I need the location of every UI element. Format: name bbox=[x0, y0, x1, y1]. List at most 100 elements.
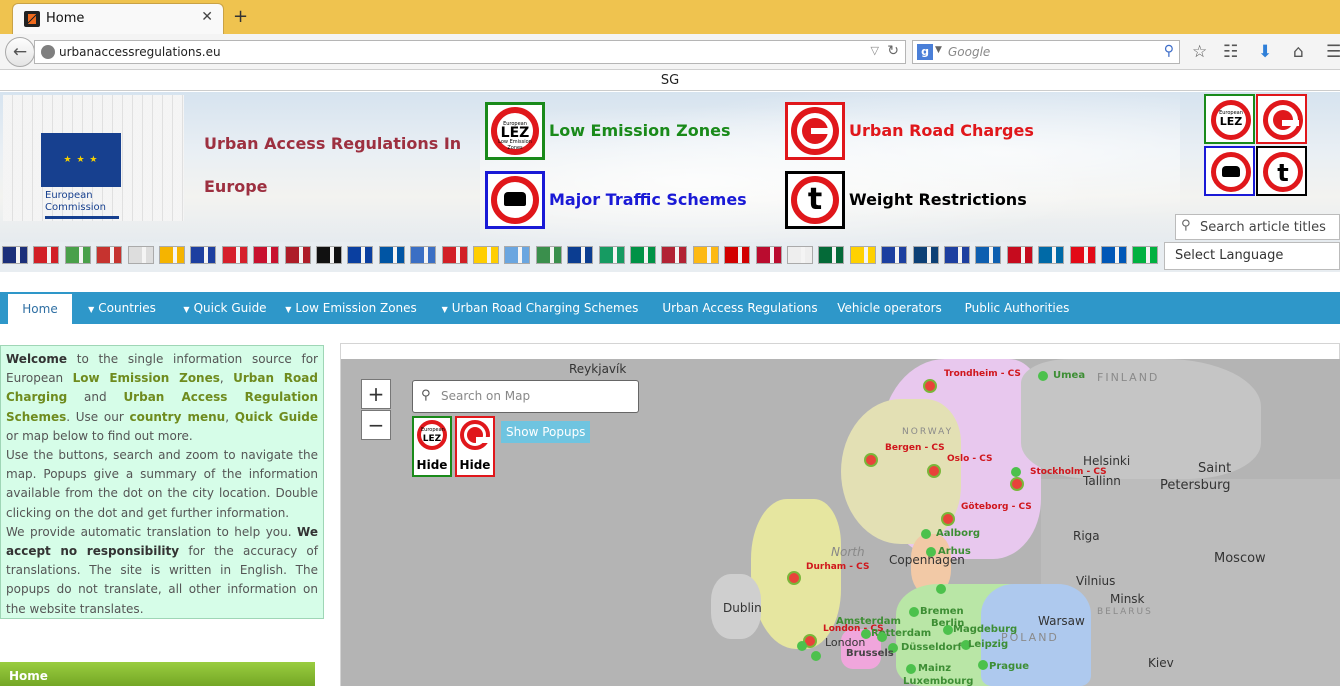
language-flag-icon[interactable] bbox=[818, 246, 845, 264]
language-flag-icon[interactable] bbox=[347, 246, 374, 264]
lez-dot[interactable] bbox=[1038, 371, 1048, 381]
nav-item-urban-access-regulations[interactable]: Urban Access Regulations bbox=[655, 292, 825, 324]
language-flag-icon[interactable] bbox=[1038, 246, 1065, 264]
search-engine-icon[interactable]: g bbox=[917, 44, 933, 60]
back-button[interactable]: ← bbox=[5, 37, 35, 67]
lez-text-link[interactable]: Low Emission Zones bbox=[73, 371, 220, 385]
language-flag-icon[interactable] bbox=[1069, 246, 1096, 264]
language-flag-icon[interactable] bbox=[944, 246, 970, 264]
map-search-input[interactable] bbox=[441, 389, 631, 403]
nav-item-countries[interactable]: ▼ Countries bbox=[72, 292, 172, 324]
lez-dot[interactable] bbox=[978, 660, 988, 670]
lez-dot[interactable] bbox=[1011, 467, 1021, 477]
language-flag-icon[interactable] bbox=[221, 246, 248, 264]
mini-road-charge-icon[interactable] bbox=[1256, 94, 1307, 144]
reload-icon[interactable]: ↻ bbox=[887, 43, 899, 59]
language-flag-icon[interactable] bbox=[253, 246, 280, 264]
mini-lez-icon[interactable]: European LEZ bbox=[1204, 94, 1255, 144]
charging-scheme-dot[interactable] bbox=[787, 571, 801, 585]
language-flag-icon[interactable] bbox=[787, 246, 813, 264]
show-popups-button[interactable]: Show Popups bbox=[501, 421, 591, 443]
language-flag-icon[interactable] bbox=[912, 246, 939, 264]
charging-scheme-dot[interactable] bbox=[923, 379, 937, 393]
language-flag-icon[interactable] bbox=[1101, 246, 1127, 264]
road-charge-link[interactable]: Urban Road Charges bbox=[849, 121, 1034, 140]
language-flag-icon[interactable] bbox=[127, 246, 154, 264]
charging-scheme-dot[interactable] bbox=[941, 512, 955, 526]
close-tab-icon[interactable]: ✕ bbox=[201, 9, 213, 25]
language-flag-icon[interactable] bbox=[96, 246, 123, 264]
mini-traffic-scheme-icon[interactable] bbox=[1204, 146, 1255, 196]
language-flag-icon[interactable] bbox=[2, 246, 28, 264]
language-flag-icon[interactable] bbox=[284, 246, 311, 264]
browser-tab[interactable]: Home ✕ bbox=[12, 3, 224, 34]
language-flag-icon[interactable] bbox=[378, 246, 405, 264]
download-icon[interactable]: ⬇ bbox=[1258, 42, 1272, 62]
language-flag-icon[interactable] bbox=[881, 246, 908, 264]
road-charge-badge[interactable] bbox=[785, 102, 845, 160]
nav-item-quick-guide[interactable]: ▼ Quick Guide bbox=[180, 292, 270, 324]
search-icon[interactable]: ⚲ bbox=[1164, 43, 1174, 59]
mini-weight-restriction-icon[interactable]: t bbox=[1256, 146, 1307, 196]
nav-item-home[interactable]: Home bbox=[8, 292, 72, 324]
traffic-scheme-link[interactable]: Major Traffic Schemes bbox=[549, 190, 747, 209]
engine-dropdown-icon[interactable]: ▼ bbox=[935, 45, 942, 55]
article-search-box[interactable]: ⚲ bbox=[1175, 214, 1340, 240]
language-flag-icon[interactable] bbox=[975, 246, 1002, 264]
lez-dot[interactable] bbox=[936, 584, 946, 594]
language-flag-icon[interactable] bbox=[755, 246, 782, 264]
lez-dot[interactable] bbox=[877, 632, 887, 642]
charging-scheme-dot[interactable] bbox=[1010, 477, 1024, 491]
language-flag-icon[interactable] bbox=[630, 246, 656, 264]
quick-guide-link[interactable]: Quick Guide bbox=[235, 410, 318, 424]
language-flag-icon[interactable] bbox=[598, 246, 625, 264]
browser-search-bar[interactable]: g ▼ Google ⚲ bbox=[912, 40, 1180, 64]
home-icon[interactable]: ⌂ bbox=[1293, 42, 1304, 62]
select-language-dropdown[interactable]: Select Language bbox=[1164, 242, 1340, 270]
language-flag-icon[interactable] bbox=[849, 246, 876, 264]
traffic-scheme-badge[interactable] bbox=[485, 171, 545, 229]
language-flag-icon[interactable] bbox=[692, 246, 719, 264]
address-bar[interactable]: urbanaccessregulations.eu ▽ ↻ bbox=[34, 40, 906, 64]
sidebar-home-item[interactable]: Home bbox=[0, 662, 315, 686]
language-flag-icon[interactable] bbox=[535, 246, 562, 264]
lez-link[interactable]: Low Emission Zones bbox=[549, 121, 730, 140]
lez-dot[interactable] bbox=[921, 529, 931, 539]
url-history-dropdown-icon[interactable]: ▽ bbox=[871, 44, 879, 57]
language-flag-icon[interactable] bbox=[410, 246, 437, 264]
charging-scheme-dot[interactable] bbox=[864, 453, 878, 467]
lez-dot[interactable] bbox=[943, 625, 953, 635]
nav-item-vehicle-operators[interactable]: Vehicle operators bbox=[832, 292, 947, 324]
europe-map[interactable]: + − ⚲ EuropeanLEZ Hide Hide Show Popups … bbox=[341, 359, 1340, 686]
lez-badge[interactable]: European LEZ Low Emission Zones bbox=[485, 102, 545, 160]
lez-dot[interactable] bbox=[909, 607, 919, 617]
charging-scheme-dot[interactable] bbox=[927, 464, 941, 478]
language-flag-icon[interactable] bbox=[567, 246, 594, 264]
hide-road-charge-toggle[interactable]: Hide bbox=[455, 416, 495, 477]
menu-icon[interactable]: ☰ bbox=[1326, 42, 1340, 62]
nav-item-public-authorities[interactable]: Public Authorities bbox=[957, 292, 1077, 324]
article-search-input[interactable] bbox=[1200, 218, 1338, 236]
lez-dot[interactable] bbox=[811, 651, 821, 661]
language-flag-icon[interactable] bbox=[33, 246, 60, 264]
european-commission-logo[interactable]: ★ ★ ★ European Commission bbox=[3, 95, 184, 221]
zoom-out-button[interactable]: − bbox=[361, 410, 391, 440]
zoom-in-button[interactable]: + bbox=[361, 379, 391, 409]
language-flag-icon[interactable] bbox=[190, 246, 217, 264]
weight-restriction-badge[interactable]: t bbox=[785, 171, 845, 229]
language-flag-icon[interactable] bbox=[64, 246, 91, 264]
new-tab-button[interactable]: + bbox=[233, 6, 248, 27]
bookmark-star-icon[interactable]: ☆ bbox=[1192, 42, 1207, 62]
nav-item-low-emission-zones[interactable]: ▼ Low Emission Zones bbox=[276, 292, 426, 324]
lez-dot[interactable] bbox=[797, 641, 807, 651]
language-flag-icon[interactable] bbox=[724, 246, 751, 264]
lez-dot[interactable] bbox=[906, 664, 916, 674]
bookmarks-list-icon[interactable]: ☷ bbox=[1223, 42, 1238, 62]
language-flag-icon[interactable] bbox=[661, 246, 688, 264]
language-flag-icon[interactable] bbox=[1006, 246, 1033, 264]
hide-lez-toggle[interactable]: European LEZ Hide bbox=[412, 416, 452, 477]
language-flag-icon[interactable] bbox=[473, 246, 499, 264]
nav-item-urban-road-charging-schemes[interactable]: ▼ Urban Road Charging Schemes bbox=[435, 292, 645, 324]
country-menu-link[interactable]: country menu bbox=[129, 410, 225, 424]
language-flag-icon[interactable] bbox=[159, 246, 185, 264]
